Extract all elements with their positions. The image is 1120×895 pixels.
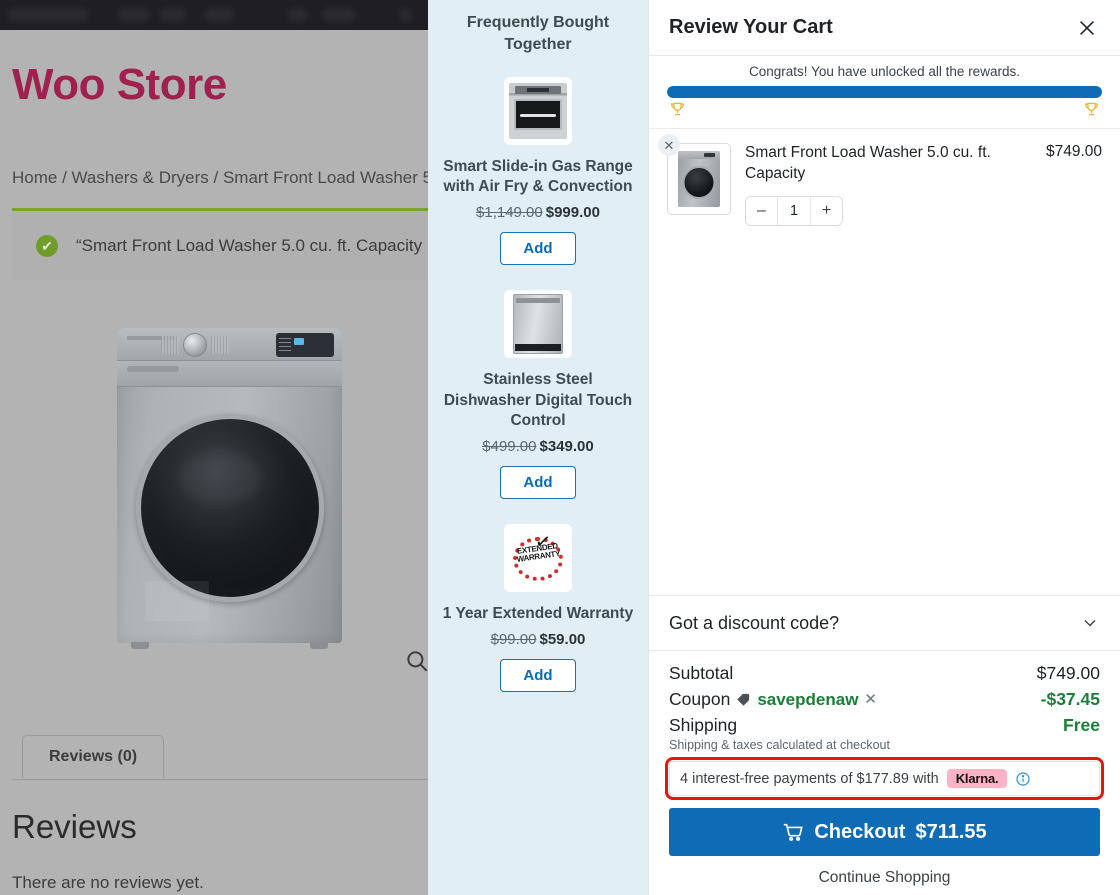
notice-text: “Smart Front Load Washer 5.0 cu. ft. Cap… [76, 235, 423, 255]
trophy-icon-start [669, 100, 686, 118]
close-icon[interactable] [1072, 13, 1102, 43]
fbt-item-1-add-button[interactable]: Add [500, 465, 576, 499]
fbt-item-0-old-price: $1,149.00 [476, 204, 543, 222]
tab-reviews[interactable]: Reviews (0) [22, 735, 165, 778]
subtotal-label: Subtotal [669, 663, 734, 683]
coupon-tag-icon [736, 692, 751, 707]
store-title: Woo Store [12, 60, 227, 109]
cart-drawer: Review Your Cart Congrats! You have unlo… [648, 0, 1120, 895]
fbt-item-2-add-button[interactable]: Add [500, 659, 576, 693]
cart-totals: Subtotal $749.00 Coupon savepdenaw ✕ -$3… [649, 651, 1120, 800]
discount-code-toggle[interactable]: Got a discount code? [649, 595, 1120, 651]
reviews-empty-text: There are no reviews yet. [12, 873, 204, 892]
fbt-item-2-sale-price: $59.00 [539, 631, 586, 649]
cart-item-details: Smart Front Load Washer 5.0 cu. ft. Capa… [745, 143, 1102, 226]
shipping-row: Shipping Free [669, 715, 1100, 736]
app-screen: Woo Store Home / Washers & Dryers / Smar… [0, 0, 1120, 895]
rewards-progress-track [667, 86, 1102, 98]
rewards-milestones [667, 100, 1102, 122]
quantity-increase-button[interactable]: + [811, 196, 842, 225]
checkout-label: Checkout [814, 820, 906, 843]
cart-item-list: ✕ Smart Front Load Washer 5.0 cu. ft. Ca… [649, 129, 1120, 595]
checkout-total: $711.55 [915, 820, 987, 843]
rewards-progress-fill [667, 86, 1102, 98]
fbt-item-0-sale-price: $999.00 [545, 204, 600, 222]
cart-item-name[interactable]: Smart Front Load Washer 5.0 cu. ft. Capa… [745, 143, 1005, 185]
remove-coupon-icon[interactable]: ✕ [864, 692, 877, 707]
fbt-item-2-image[interactable]: ✓ EXTENDED WARRANTY [504, 523, 572, 592]
subtotal-row: Subtotal $749.00 [669, 663, 1100, 684]
coupon-code: savepdenaw [757, 689, 859, 709]
product-gallery[interactable] [12, 300, 442, 672]
cart-line-item: ✕ Smart Front Load Washer 5.0 cu. ft. Ca… [658, 134, 1102, 226]
fbt-item-1-name: Stainless Steel Dishwasher Digital Touch… [443, 371, 633, 429]
cart-item-price: $749.00 [1045, 143, 1102, 160]
cart-header: Review Your Cart [649, 0, 1120, 56]
coupon-label: Coupon [669, 689, 731, 709]
continue-shopping-link[interactable]: Continue Shopping [649, 869, 1120, 895]
shopping-cart-icon [782, 821, 804, 843]
quantity-value[interactable]: 1 [777, 196, 811, 225]
coupon-row: Coupon savepdenaw ✕ -$37.45 [669, 689, 1100, 710]
klarna-banner[interactable]: 4 interest-free payments of $177.89 with… [665, 757, 1104, 800]
gas-range-icon [509, 83, 567, 140]
fbt-item-2-name: 1 Year Extended Warranty [442, 604, 634, 622]
fbt-item-0-price: $1,149.00 $999.00 [476, 204, 600, 221]
fbt-item-2: ✓ EXTENDED WARRANTY 1 Year Extended Warra… [438, 523, 638, 693]
washer-icon [678, 151, 720, 207]
fbt-item-0-add-button[interactable]: Add [500, 232, 576, 266]
cart-item-thumbnail[interactable]: ✕ [658, 134, 731, 215]
fbt-item-1-image[interactable] [504, 290, 572, 359]
frequently-bought-together-panel: Frequently Bought Together Smart Slide-i… [428, 0, 648, 895]
dishwasher-icon [513, 294, 563, 355]
check-circle-icon: ✔ [36, 234, 58, 257]
breadcrumb[interactable]: Home / Washers & Dryers / Smart Front Lo… [12, 168, 446, 188]
shipping-value: Free [1063, 715, 1100, 735]
fbt-item-0: Smart Slide-in Gas Range with Air Fry & … [438, 77, 638, 266]
fbt-title: Frequently Bought Together [466, 14, 610, 53]
subtotal-value: $749.00 [1036, 663, 1100, 683]
fbt-item-1-price: $499.00 $349.00 [482, 438, 593, 455]
reviews-heading: Reviews [12, 808, 137, 845]
zoom-magnifier-icon[interactable] [404, 648, 430, 674]
discount-code-label: Got a discount code? [669, 612, 840, 633]
cart-title: Review Your Cart [669, 16, 833, 38]
fbt-item-1-sale-price: $349.00 [539, 437, 594, 455]
klarna-logo: Klarna. [946, 769, 1008, 788]
tax-note: Shipping & taxes calculated at checkout [669, 738, 890, 752]
extended-warranty-icon: ✓ EXTENDED WARRANTY [509, 529, 567, 587]
coupon-value: -$37.45 [1040, 689, 1100, 709]
fbt-item-0-image[interactable] [504, 77, 572, 146]
quantity-stepper: – 1 + [745, 195, 843, 226]
fbt-item-2-price: $99.00 $59.00 [491, 631, 586, 648]
trophy-icon-end [1083, 100, 1100, 118]
info-icon[interactable] [1015, 771, 1031, 787]
checkout-button[interactable]: Checkout $711.55 [669, 808, 1100, 856]
fbt-item-2-old-price: $99.00 [490, 631, 537, 649]
chevron-down-icon[interactable] [1080, 613, 1100, 633]
rewards-progress: Congrats! You have unlocked all the rewa… [649, 56, 1120, 129]
product-image-washer [117, 328, 342, 649]
shipping-label: Shipping [669, 715, 738, 735]
fbt-item-1: Stainless Steel Dishwasher Digital Touch… [438, 290, 638, 499]
quantity-decrease-button[interactable]: – [746, 196, 777, 225]
klarna-text: 4 interest-free payments of $177.89 with [680, 770, 939, 787]
fbt-item-0-name: Smart Slide-in Gas Range with Air Fry & … [443, 158, 633, 196]
remove-item-icon[interactable]: ✕ [658, 134, 680, 156]
rewards-message: Congrats! You have unlocked all the rewa… [749, 64, 1020, 79]
fbt-item-1-old-price: $499.00 [482, 437, 537, 455]
